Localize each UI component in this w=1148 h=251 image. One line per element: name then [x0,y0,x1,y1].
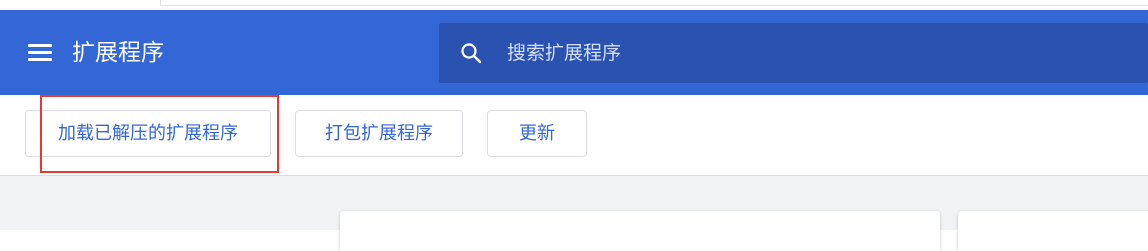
hamburger-menu-icon[interactable] [28,44,52,62]
menu-bar [28,58,52,61]
search-input[interactable] [507,37,1107,69]
extension-card [958,211,1148,251]
browser-tab-edge [160,0,1148,6]
search-icon [461,43,482,64]
browser-top-strip [0,0,1148,10]
highlight-annotation-box [40,95,279,173]
menu-bar [28,44,52,47]
app-header: 扩展程序 [0,10,1148,95]
extensions-content-area [0,176,1148,251]
menu-bar [28,51,52,54]
page-title: 扩展程序 [72,40,164,66]
extension-card [340,211,940,251]
update-button[interactable]: 更新 [487,110,587,157]
search-box[interactable] [439,23,1148,83]
pack-extension-button[interactable]: 打包扩展程序 [295,110,463,157]
